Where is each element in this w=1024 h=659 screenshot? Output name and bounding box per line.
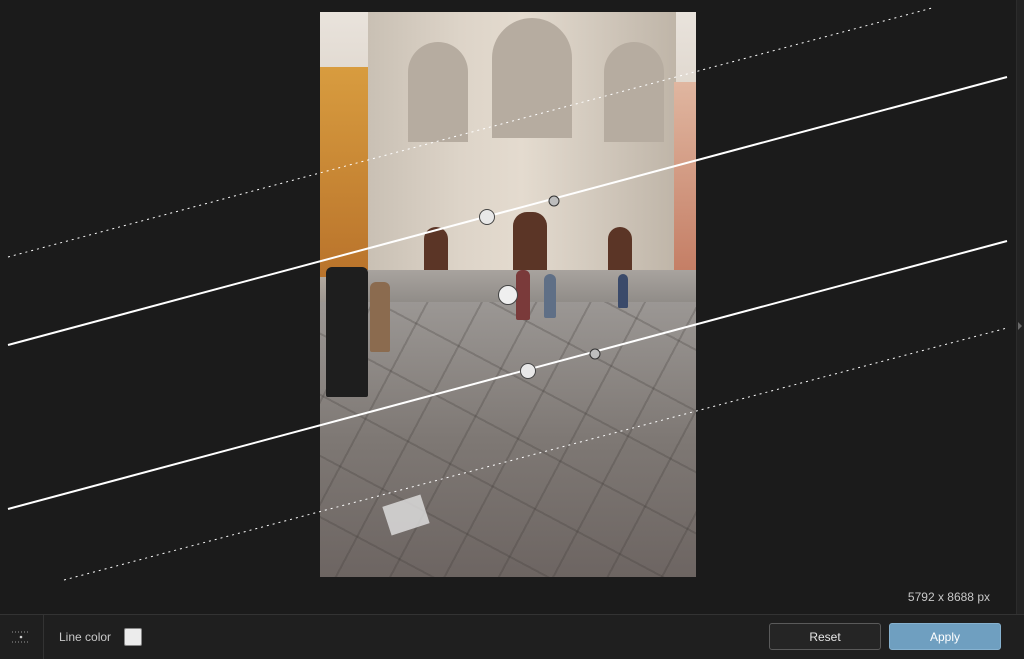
guide-bottom-rotate-handle[interactable]: [589, 348, 601, 360]
cathedral-facade: [368, 12, 676, 272]
guide-top-rotate-handle[interactable]: [548, 195, 560, 207]
chevron-right-icon: [1018, 322, 1022, 330]
apply-button[interactable]: Apply: [889, 623, 1001, 650]
building-left: [320, 67, 368, 277]
center-handle[interactable]: [498, 285, 518, 305]
reset-button[interactable]: Reset: [769, 623, 881, 650]
line-color-label: Line color: [59, 630, 112, 644]
image-dimensions: 5792 x 8688 px: [907, 590, 990, 604]
grid-toggle-button[interactable]: [0, 615, 44, 659]
canvas-area: 5792 x 8688 px: [0, 0, 1016, 614]
guide-top-handle[interactable]: [479, 209, 495, 225]
side-panel-collapse-handle[interactable]: [1016, 0, 1024, 614]
building-right: [674, 82, 696, 282]
bottom-toolbar: Line color Reset Apply: [0, 614, 1024, 659]
line-color-swatch[interactable]: [124, 628, 142, 646]
guide-bottom-handle[interactable]: [520, 363, 536, 379]
grid-dots-icon: [12, 631, 30, 643]
